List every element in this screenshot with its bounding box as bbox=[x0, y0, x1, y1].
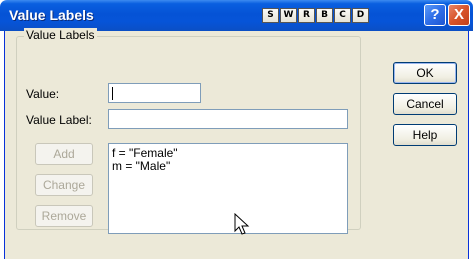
help-icon[interactable]: ? bbox=[424, 4, 446, 26]
cancel-button[interactable]: Cancel bbox=[393, 93, 457, 115]
value-labels-list[interactable]: f = "Female" m = "Male" bbox=[108, 143, 348, 234]
change-button[interactable]: Change bbox=[35, 174, 93, 196]
value-labels-dialog: Value Labels S W R B C D ? X Value Label… bbox=[0, 0, 473, 259]
remove-button[interactable]: Remove bbox=[35, 205, 93, 227]
group-title: Value Labels bbox=[24, 28, 97, 42]
toolbar-button-r[interactable]: R bbox=[298, 8, 315, 23]
toolbar-button-w[interactable]: W bbox=[280, 8, 297, 23]
help-button[interactable]: Help bbox=[393, 124, 457, 146]
title-bar: Value Labels S W R B C D ? X bbox=[0, 0, 473, 31]
value-field-label: Value: bbox=[26, 87, 60, 101]
close-icon[interactable]: X bbox=[448, 4, 470, 26]
value-label-input[interactable] bbox=[108, 109, 348, 129]
toolbar-button-c[interactable]: C bbox=[334, 8, 351, 23]
window-title: Value Labels bbox=[9, 7, 94, 23]
add-button[interactable]: Add bbox=[35, 143, 93, 165]
toolbar-button-b[interactable]: B bbox=[316, 8, 333, 23]
list-item[interactable]: m = "Male" bbox=[109, 160, 347, 173]
text-caret bbox=[112, 87, 113, 100]
mouse-pointer-icon bbox=[234, 213, 250, 235]
ok-button[interactable]: OK bbox=[393, 62, 457, 84]
toolbar-button-s[interactable]: S bbox=[262, 8, 279, 23]
value-input[interactable] bbox=[108, 83, 201, 103]
toolbar-button-d[interactable]: D bbox=[352, 8, 369, 23]
value-label-field-label: Value Label: bbox=[26, 113, 92, 127]
